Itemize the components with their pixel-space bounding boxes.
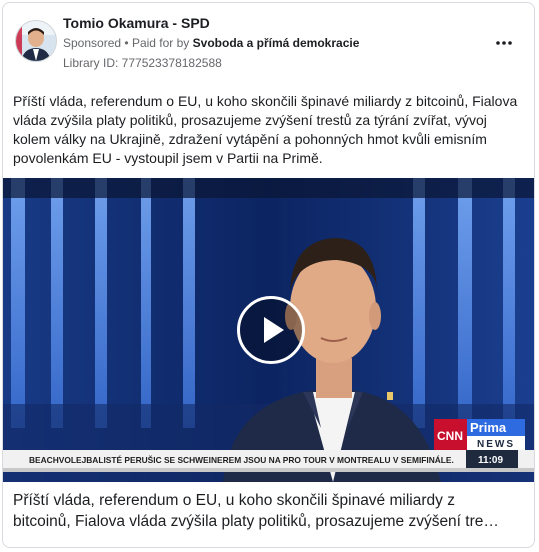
sponsored-line: Sponsored • Paid for by Svoboda a přímá … — [63, 36, 359, 50]
separator-dot: • — [124, 36, 129, 50]
paid-for-by-label: Paid for by — [131, 36, 190, 50]
page-name[interactable]: Tomio Okamura - SPD — [63, 15, 210, 31]
caption-line-1: Příští vláda, referendum o EU, u koho sk… — [13, 492, 455, 509]
sponsor-name[interactable]: Svoboda a přímá demokracie — [193, 36, 360, 50]
ad-card: Tomio Okamura - SPD Sponsored • Paid for… — [2, 2, 535, 548]
ad-body-text: Příští vláda, referendum o EU, u koho sk… — [13, 93, 518, 166]
play-icon — [264, 317, 284, 343]
cnn-logo-text: CNN — [437, 429, 463, 443]
page-avatar[interactable] — [15, 20, 57, 62]
caption-line-2: bitcoinů, Fialova vláda zvýšila platy po… — [13, 513, 499, 530]
prima-logo-text: Prima — [470, 420, 507, 435]
more-options-button[interactable] — [496, 33, 512, 51]
video-caption: Příští vláda, referendum o EU, u koho sk… — [13, 490, 528, 532]
play-button[interactable] — [237, 296, 305, 364]
more-horizontal-icon — [496, 41, 512, 45]
video-player[interactable]: BEACHVOLEJBALISTÉ PERUŠIC SE SCHWEINEREM… — [3, 178, 534, 482]
sponsored-label: Sponsored — [63, 36, 122, 50]
library-id: Library ID: 777523378182588 — [63, 56, 222, 70]
video-timestamp: 11:09 — [478, 455, 503, 466]
news-logo-text: NEWS — [477, 439, 515, 450]
news-ticker: BEACHVOLEJBALISTÉ PERUŠIC SE SCHWEINEREM… — [29, 454, 454, 465]
